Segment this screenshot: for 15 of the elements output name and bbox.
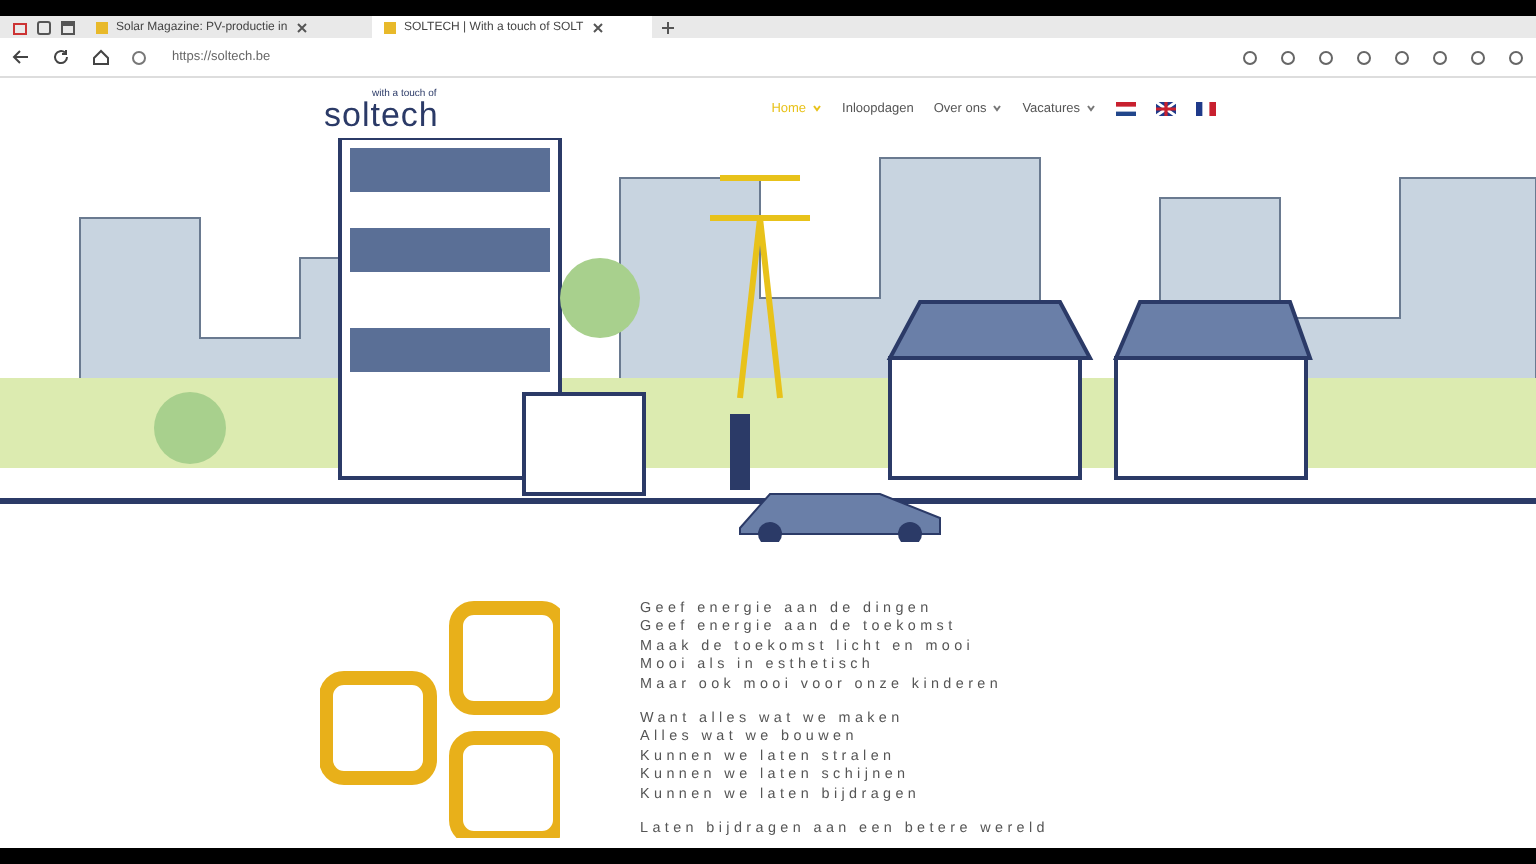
close-icon[interactable] [591, 21, 604, 33]
new-tab-icon[interactable] [660, 19, 676, 35]
tab-actions-icon[interactable] [60, 19, 76, 35]
flag-icon[interactable] [1116, 101, 1136, 115]
site-info-icon[interactable] [132, 49, 146, 65]
workspaces-icon[interactable] [36, 19, 52, 35]
home-icon[interactable] [92, 48, 110, 66]
refresh-icon[interactable] [52, 48, 70, 66]
close-icon[interactable] [295, 21, 308, 33]
logo-wordmark[interactable]: soltech [324, 99, 439, 129]
site-favicon-icon [96, 21, 108, 33]
back-arrow-icon[interactable] [12, 48, 30, 66]
site-favicon-icon [384, 21, 396, 33]
flag-icon[interactable] [1156, 101, 1176, 115]
flag-icon[interactable] [1196, 101, 1216, 115]
